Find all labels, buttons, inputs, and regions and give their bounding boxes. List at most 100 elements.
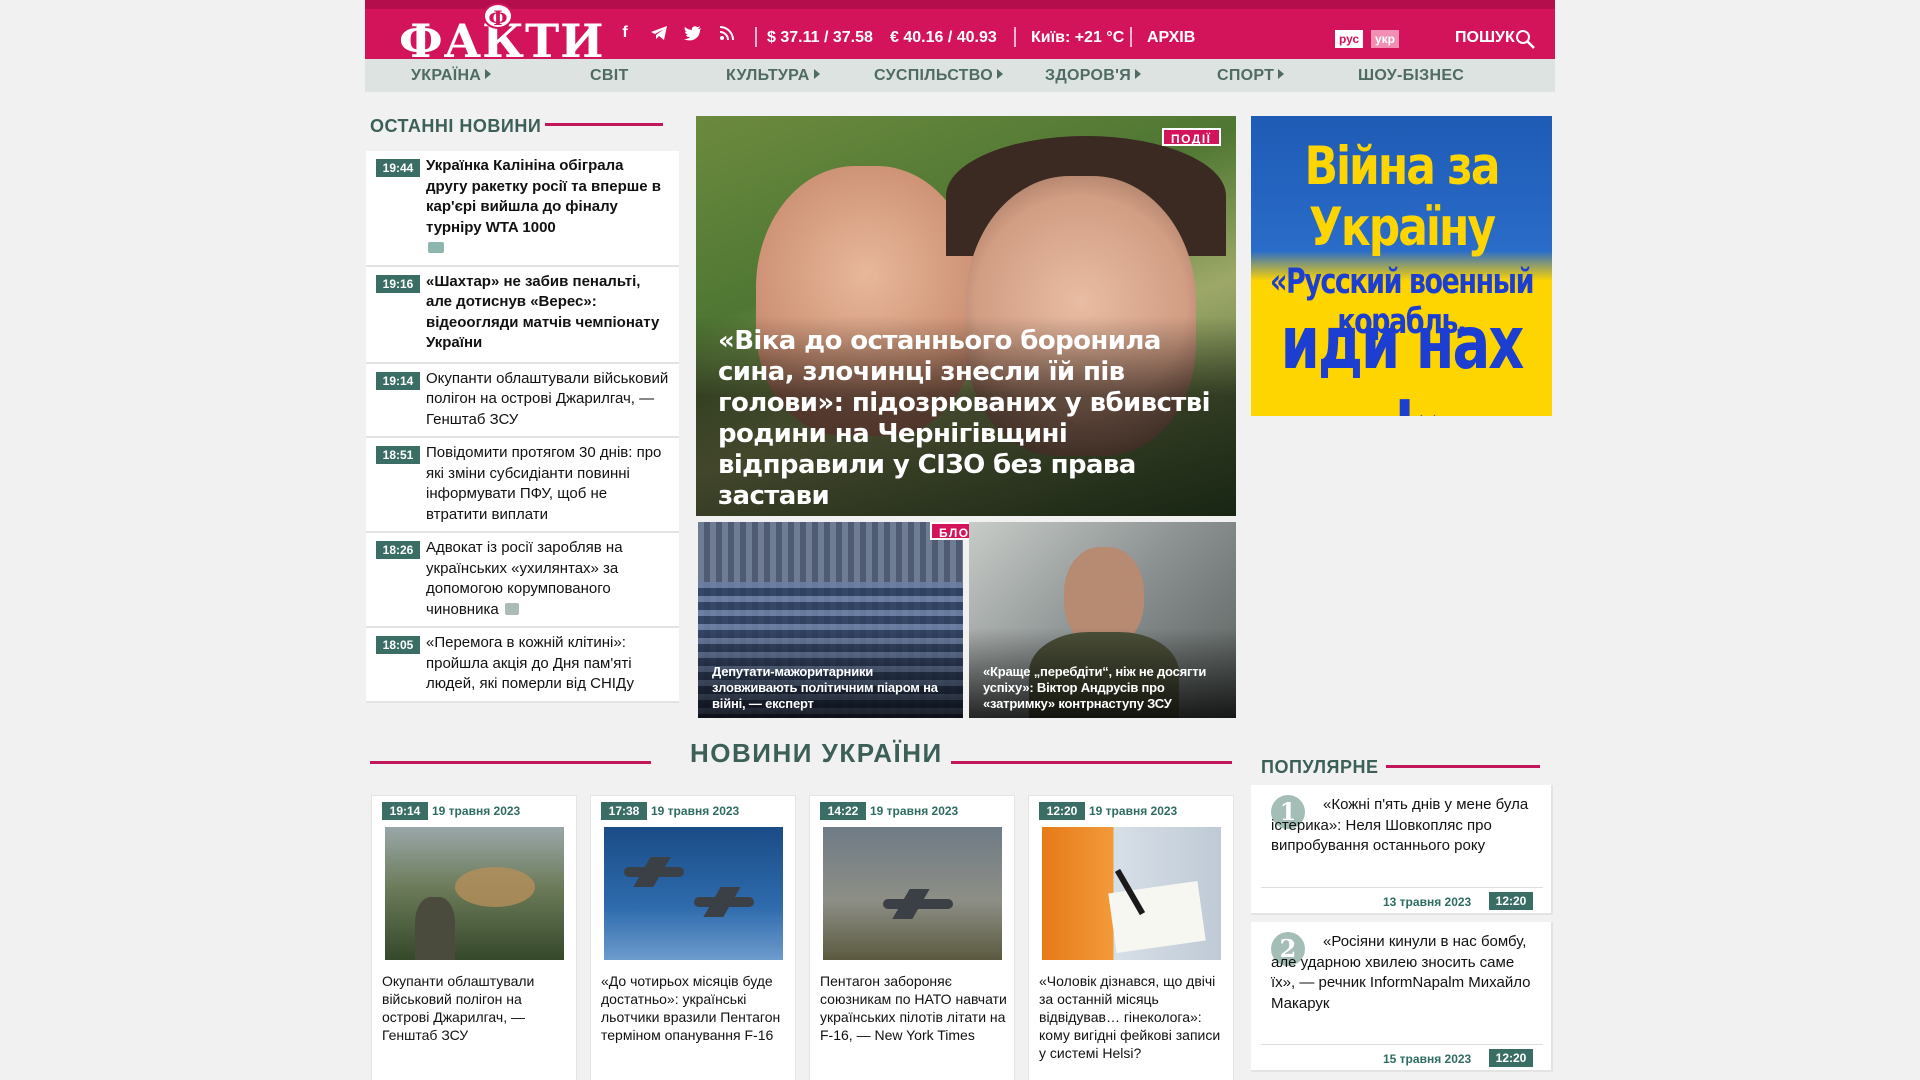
section-underline (1386, 765, 1540, 768)
facebook-icon[interactable]: f (615, 23, 635, 43)
hero-headline[interactable]: «Віка до останнього боронила сина, злочи… (718, 326, 1218, 512)
weather[interactable]: Київ: +21 °C (1031, 29, 1124, 47)
card-image[interactable] (823, 827, 1002, 960)
nav-society[interactable]: СУСПІЛЬСТВО (874, 67, 1003, 85)
card-time: 17:38 (601, 802, 647, 820)
list-item[interactable]: 18:26 Адвокат із росії заробляв на украї… (366, 533, 679, 628)
logo-badge: Ф (483, 3, 513, 30)
section-underline (545, 123, 663, 126)
popular-time: 12:20 (1489, 892, 1533, 910)
nav-label: СВІТ (590, 67, 629, 84)
nav-showbiz[interactable]: ШОУ-БІЗНЕС (1358, 67, 1464, 85)
news-headline[interactable]: Українка Калініна обіграла другу ракетку… (426, 156, 669, 259)
news-headline[interactable]: «Шахтар» не забив пенальті, але дотиснув… (426, 272, 669, 354)
sub-story-caption[interactable]: «Краще „перебдіти“, ніж не досягти успіх… (983, 664, 1223, 712)
nav-label: ШОУ-БІЗНЕС (1358, 67, 1465, 84)
list-item[interactable]: 18:51 Повідомити протягом 30 днів: про я… (366, 438, 679, 533)
news-text: Українка Калініна обіграла другу ракетку… (426, 157, 662, 236)
list-item[interactable]: 19:44 Українка Калініна обіграла другу р… (366, 151, 679, 267)
card-time: 14:22 (820, 802, 866, 820)
hero-story[interactable]: ПОДІЇ «Віка до останнього боронила сина,… (696, 116, 1236, 516)
chevron-right-icon (813, 69, 820, 79)
popular-headline[interactable]: «Кожні п'ять днів у мене була істерика»:… (1271, 795, 1541, 857)
chevron-right-icon (485, 69, 492, 79)
news-card[interactable]: 17:38 19 травня 2023 «До чотирьох місяці… (590, 795, 796, 1080)
popular-title: ПОПУЛЯРНЕ (1261, 757, 1379, 777)
rss-icon[interactable] (717, 23, 737, 43)
news-text: Адвокат із росії заробляв на українських… (426, 539, 623, 618)
usd-rate: $ 37.11 / 37.58 (767, 29, 873, 46)
ukraine-news-title: НОВИНИ УКРАЇНИ (690, 738, 943, 768)
card-headline[interactable]: «Чоловік дізнався, що двічі за останній … (1039, 972, 1229, 1062)
ad-line-3: иди нах ..!» (1280, 301, 1525, 417)
social-links: f (615, 23, 737, 43)
eur-rate: € 40.16 / 40.93 (890, 29, 997, 46)
card-headline[interactable]: «До чотирьох місяців буде достатньо»: ук… (601, 972, 791, 1044)
sub-story-2[interactable]: «Краще „перебдіти“, ніж не досягти успіх… (969, 522, 1236, 718)
news-time: 19:44 (376, 159, 420, 177)
news-headline[interactable]: Адвокат із росії заробляв на українських… (426, 538, 669, 620)
sub-story-1[interactable]: Депутати-мажоритарники зловживають політ… (698, 522, 963, 718)
news-time: 18:05 (376, 636, 420, 654)
list-item[interactable]: 19:14 Окупанти облаштували військовий по… (366, 363, 679, 438)
sub-story-caption[interactable]: Депутати-мажоритарники зловживають політ… (712, 664, 952, 712)
card-date: 19 травня 2023 (651, 804, 740, 818)
nav-health[interactable]: ЗДОРОВ'Я (1045, 67, 1142, 85)
hero-tag[interactable]: ПОДІЇ (1162, 128, 1221, 146)
top-header: ФАКТИ Ф f $ 37.11 / 37.58 € 40.16 / 40.9… (365, 0, 1555, 64)
latest-news-list[interactable]: 19:44 Українка Калініна обіграла другу р… (366, 151, 679, 724)
lang-uk-button[interactable]: укр (1371, 30, 1400, 48)
nav-label: УКРАЇНА (411, 67, 482, 84)
card-time: 12:20 (1039, 802, 1085, 820)
list-item[interactable]: 19:16 «Шахтар» не забив пенальті, але до… (366, 266, 679, 364)
section-underline (951, 761, 1232, 764)
archive-link[interactable]: АРХІВ (1147, 29, 1195, 47)
news-time: 19:14 (376, 371, 420, 390)
news-headline[interactable]: Окупанти облаштували військовий полігон … (426, 369, 669, 431)
ad-banner[interactable]: Війна за Україну «Русский военный корабл… (1251, 116, 1552, 416)
card-headline[interactable]: Окупанти облаштували військовий полігон … (382, 972, 572, 1044)
news-card[interactable]: 12:20 19 травня 2023 «Чоловік дізнався, … (1028, 795, 1234, 1080)
divider (755, 27, 757, 47)
card-time: 19:14 (382, 802, 428, 820)
news-time: 19:16 (376, 274, 420, 293)
search-link[interactable]: ПОШУК (1455, 29, 1515, 47)
card-image[interactable] (385, 827, 564, 960)
main-nav: УКРАЇНА СВІТ КУЛЬТУРА СУСПІЛЬСТВО ЗДОРОВ… (365, 59, 1555, 92)
lang-ru-button[interactable]: рус (1335, 30, 1364, 48)
nav-sport[interactable]: СПОРТ (1217, 67, 1285, 85)
twitter-icon[interactable] (683, 23, 703, 43)
popular-date: 15 травня 2023 (1383, 1052, 1472, 1066)
news-time: 18:26 (376, 541, 420, 559)
popular-date: 13 травня 2023 (1383, 895, 1472, 909)
card-headline[interactable]: Пентагон забороняє союзникам по НАТО нав… (820, 972, 1010, 1044)
camera-icon (504, 602, 519, 615)
nav-culture[interactable]: КУЛЬТУРА (726, 67, 820, 85)
search-icon[interactable] (1515, 29, 1535, 49)
news-headline[interactable]: «Перемога в кожній клітині»: пройшла акц… (426, 633, 669, 695)
latest-news-title: ОСТАННІ НОВИНИ (370, 116, 542, 136)
nav-label: СУСПІЛЬСТВО (874, 67, 993, 84)
site-logo[interactable]: ФАКТИ Ф (399, 3, 604, 64)
news-card[interactable]: 14:22 19 травня 2023 Пентагон забороняє … (809, 795, 1015, 1080)
telegram-icon[interactable] (649, 23, 669, 43)
news-time: 18:51 (376, 446, 420, 464)
news-card[interactable]: 19:14 19 травня 2023 Окупанти облаштувал… (371, 795, 577, 1080)
divider (1261, 887, 1543, 888)
card-image[interactable] (1042, 827, 1221, 960)
nav-label: СПОРТ (1217, 67, 1275, 84)
chevron-right-icon (996, 69, 1003, 79)
nav-world[interactable]: СВІТ (590, 67, 629, 85)
news-headline[interactable]: Повідомити протягом 30 днів: про які змі… (426, 443, 669, 525)
nav-label: КУЛЬТУРА (726, 67, 810, 84)
ad-line-1: Війна за Україну (1304, 135, 1500, 259)
card-date: 19 травня 2023 (870, 804, 959, 818)
nav-ukraine[interactable]: УКРАЇНА (411, 67, 492, 85)
popular-headline[interactable]: «Росіяни кинули в нас бомбу, але ударною… (1271, 932, 1541, 1014)
popular-time: 12:20 (1489, 1049, 1533, 1067)
video-icon (428, 242, 444, 253)
popular-item[interactable]: 2 «Росіяни кинули в нас бомбу, але ударн… (1251, 922, 1553, 1072)
popular-item[interactable]: 1 «Кожні п'ять днів у мене була істерика… (1251, 785, 1553, 915)
card-image[interactable] (604, 827, 783, 960)
list-item[interactable]: 18:05 «Перемога в кожній клітині»: пройш… (366, 628, 679, 703)
